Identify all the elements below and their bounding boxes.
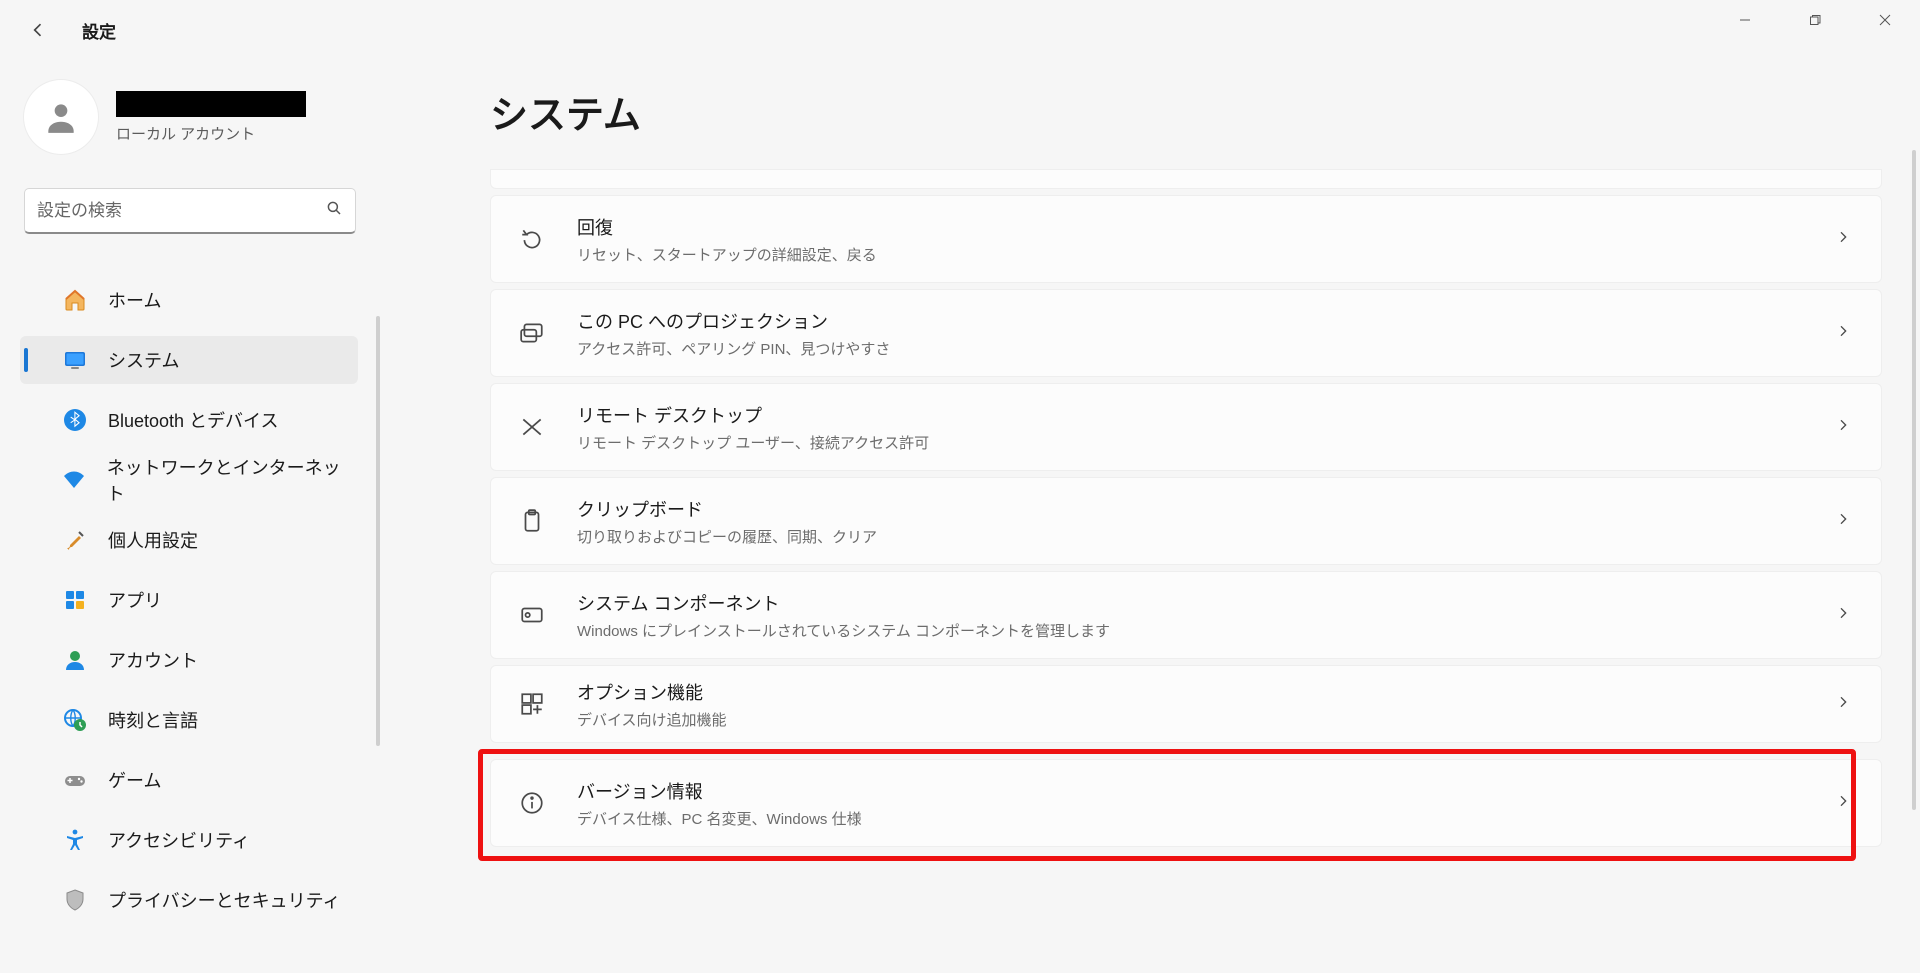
settings-item-sub: Windows にプレインストールされているシステム コンポーネントを管理します <box>577 620 1110 641</box>
home-icon <box>62 287 88 313</box>
settings-item-clipboard[interactable]: クリップボード 切り取りおよびコピーの履歴、同期、クリア <box>490 477 1882 565</box>
components-icon <box>515 602 549 628</box>
sidebar-item-label: システム <box>108 347 179 373</box>
search-icon <box>325 199 343 222</box>
accessibility-icon <box>62 827 88 853</box>
wifi-icon <box>62 467 87 493</box>
chevron-right-icon <box>1835 417 1851 438</box>
settings-item-title: クリップボード <box>577 496 877 522</box>
settings-item-sub: 切り取りおよびコピーの履歴、同期、クリア <box>577 526 877 547</box>
settings-item-title: バージョン情報 <box>577 778 862 804</box>
optional-features-icon <box>515 691 549 717</box>
main-scrollbar[interactable] <box>1912 150 1916 810</box>
sidebar-item-gaming[interactable]: ゲーム <box>24 756 362 804</box>
sidebar-item-label: ネットワークとインターネット <box>107 454 346 506</box>
settings-item-remote-desktop[interactable]: リモート デスクトップ リモート デスクトップ ユーザー、接続アクセス許可 <box>490 383 1882 471</box>
account-subtitle: ローカル アカウント <box>116 123 306 144</box>
search-box[interactable] <box>24 188 356 234</box>
settings-item-title: システム コンポーネント <box>577 590 1110 616</box>
search-input[interactable] <box>37 201 325 221</box>
page-title: システム <box>490 84 1882 139</box>
sidebar-item-label: アクセシビリティ <box>108 827 250 853</box>
chevron-right-icon <box>1835 793 1851 814</box>
maximize-button[interactable] <box>1780 0 1850 40</box>
clipboard-icon <box>515 508 549 534</box>
sidebar-item-label: ホーム <box>108 287 161 313</box>
sidebar-item-home[interactable]: ホーム <box>24 276 362 324</box>
settings-item-recovery[interactable]: 回復 リセット、スタートアップの詳細設定、戻る <box>490 195 1882 283</box>
chevron-right-icon <box>1835 605 1851 626</box>
account-icon <box>62 647 88 673</box>
apps-icon <box>62 587 88 613</box>
sidebar: ローカル アカウント ホーム システム <box>0 70 380 973</box>
settings-item-system-components[interactable]: システム コンポーネント Windows にプレインストールされているシステム … <box>490 571 1882 659</box>
bluetooth-icon <box>62 407 88 433</box>
chevron-right-icon <box>1835 694 1851 715</box>
info-icon <box>515 790 549 816</box>
shield-icon <box>62 887 88 913</box>
settings-item-sub: デバイス仕様、PC 名変更、Windows 仕様 <box>577 808 862 829</box>
remote-desktop-icon <box>515 414 549 440</box>
sidebar-item-personalization[interactable]: 個人用設定 <box>24 516 362 564</box>
sidebar-item-label: 個人用設定 <box>108 527 198 553</box>
brush-icon <box>62 527 88 553</box>
chevron-right-icon <box>1835 323 1851 344</box>
sidebar-item-network[interactable]: ネットワークとインターネット <box>24 456 362 504</box>
settings-list: 回復 リセット、スタートアップの詳細設定、戻る この PC へのプロジェクション… <box>396 169 1882 847</box>
sidebar-scrollbar[interactable] <box>376 316 380 746</box>
settings-item-sub: リセット、スタートアップの詳細設定、戻る <box>577 244 877 265</box>
sidebar-item-accessibility[interactable]: アクセシビリティ <box>24 816 362 864</box>
sidebar-item-label: アプリ <box>108 587 162 613</box>
sidebar-item-label: プライバシーとセキュリティ <box>108 887 341 913</box>
settings-item-optional-features[interactable]: オプション機能 デバイス向け追加機能 <box>490 665 1882 743</box>
settings-item-about[interactable]: バージョン情報 デバイス仕様、PC 名変更、Windows 仕様 <box>490 759 1882 847</box>
settings-item-sub: アクセス許可、ペアリング PIN、見つけやすさ <box>577 338 890 359</box>
gamepad-icon <box>62 767 88 793</box>
main-panel: システム 回復 リセット、スタートアップの詳細設定、戻る この PC へのプロジ… <box>396 70 1920 973</box>
chevron-right-icon <box>1835 229 1851 250</box>
sidebar-item-label: Bluetooth とデバイス <box>108 407 279 433</box>
settings-item-projection[interactable]: この PC へのプロジェクション アクセス許可、ペアリング PIN、見つけやすさ <box>490 289 1882 377</box>
sidebar-item-bluetooth[interactable]: Bluetooth とデバイス <box>24 396 362 444</box>
settings-item-sub: リモート デスクトップ ユーザー、接続アクセス許可 <box>577 432 929 453</box>
recovery-icon <box>515 226 549 252</box>
minimize-button[interactable] <box>1710 0 1780 40</box>
settings-item-title: 回復 <box>577 214 877 240</box>
sidebar-item-privacy[interactable]: プライバシーとセキュリティ <box>24 876 362 924</box>
sidebar-item-system[interactable]: システム <box>20 336 358 384</box>
nav-list: ホーム システム Bluetooth とデバイス ネットワークとインターネット <box>0 270 380 930</box>
system-icon <box>62 347 88 373</box>
avatar <box>24 80 98 154</box>
sidebar-item-label: ゲーム <box>108 767 161 793</box>
sidebar-item-label: アカウント <box>108 647 198 673</box>
back-button[interactable] <box>22 14 54 46</box>
account-block[interactable]: ローカル アカウント <box>0 70 380 188</box>
sidebar-item-apps[interactable]: アプリ <box>24 576 362 624</box>
settings-item-title: リモート デスクトップ <box>577 402 929 428</box>
projection-icon <box>515 320 549 346</box>
settings-item-title: オプション機能 <box>577 679 727 705</box>
chevron-right-icon <box>1835 511 1851 532</box>
account-name-redacted <box>116 91 306 117</box>
app-title: 設定 <box>82 18 116 43</box>
close-button[interactable] <box>1850 0 1920 40</box>
window-controls <box>1710 0 1920 60</box>
sidebar-item-label: 時刻と言語 <box>108 707 198 733</box>
card-peek-above <box>490 169 1882 189</box>
titlebar: 設定 <box>0 0 1920 60</box>
globe-clock-icon <box>62 707 88 733</box>
sidebar-item-accounts[interactable]: アカウント <box>24 636 362 684</box>
sidebar-item-time-language[interactable]: 時刻と言語 <box>24 696 362 744</box>
settings-item-sub: デバイス向け追加機能 <box>577 709 727 730</box>
settings-item-title: この PC へのプロジェクション <box>577 308 890 334</box>
